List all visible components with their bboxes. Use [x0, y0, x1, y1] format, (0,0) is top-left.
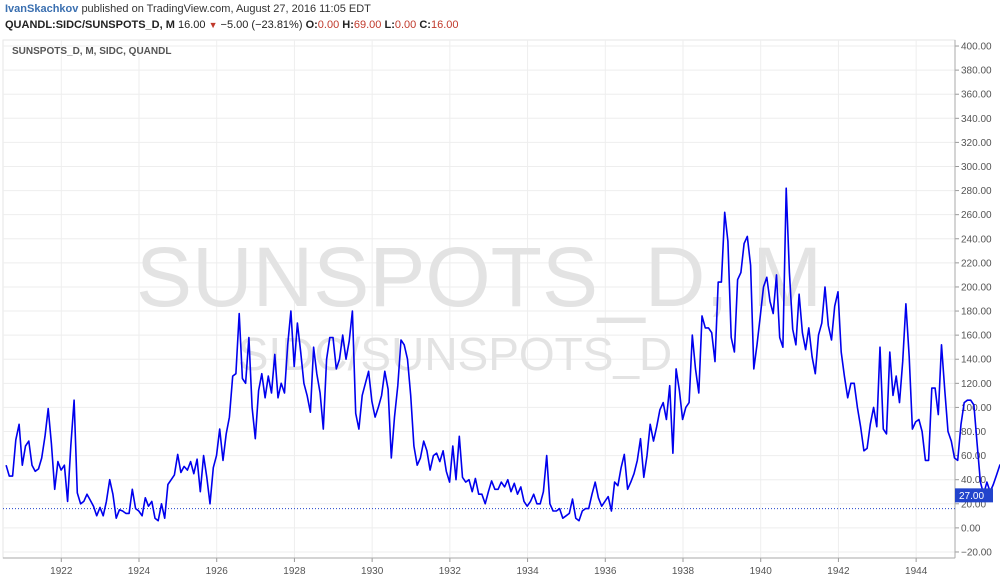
- x-tick-label: 1942: [827, 566, 850, 577]
- y-tick-label: 140.00: [961, 355, 992, 366]
- y-tick-label: 240.00: [961, 234, 992, 245]
- high-label: H:: [342, 19, 354, 31]
- y-tick-label: 360.00: [961, 90, 992, 101]
- x-tick-label: 1926: [206, 566, 229, 577]
- y-tick-label: 180.00: [961, 307, 992, 318]
- open-label: O:: [305, 19, 318, 31]
- x-tick-label: 1938: [672, 566, 695, 577]
- open-value: 0.00: [317, 19, 340, 31]
- symbol-name[interactable]: QUANDL:SIDC/SUNSPOTS_D, M: [5, 19, 175, 31]
- publish-info: IvanSkachkov published on TradingView.co…: [5, 3, 371, 15]
- y-tick-label: 300.00: [961, 162, 992, 173]
- y-tick-label: 280.00: [961, 186, 992, 197]
- y-tick-label: 160.00: [961, 331, 992, 342]
- x-tick-label: 1944: [905, 566, 928, 577]
- x-tick-label: 1936: [594, 566, 617, 577]
- x-tick-label: 1934: [516, 566, 539, 577]
- watermark-main: SUNSPOTS_D, M: [136, 230, 822, 324]
- y-tick-label: 320.00: [961, 138, 992, 149]
- y-tick-label: 0.00: [961, 523, 981, 534]
- y-tick-label: 220.00: [961, 258, 992, 269]
- chart-header: IvanSkachkov published on TradingView.co…: [0, 0, 1000, 36]
- y-tick-label: 200.00: [961, 282, 992, 293]
- y-tick-label: 340.00: [961, 114, 992, 125]
- chart-svg[interactable]: 400.00 380.00 360.00 340.00 320.00 300.00 280.…: [0, 36, 1000, 586]
- x-tick-label: 1930: [361, 566, 384, 577]
- low-label: L:: [384, 19, 395, 31]
- y-tick-label: 80.00: [961, 427, 986, 438]
- down-arrow-icon: ▼: [208, 20, 218, 30]
- y-tick-label: 60.00: [961, 451, 986, 462]
- last-value: 16.00: [177, 19, 206, 31]
- close-label: C:: [419, 19, 431, 31]
- y-tick-label: 400.00: [961, 42, 992, 53]
- symbol-info: QUANDL:SIDC/SUNSPOTS_D, M 16.00 ▼ −5.00 …: [5, 19, 459, 31]
- pane-label: SUNSPOTS_D, M, SIDC, QUANDL: [12, 46, 172, 57]
- x-tick-label: 1924: [128, 566, 151, 577]
- low-value: 0.00: [394, 19, 417, 31]
- high-value: 69.00: [353, 19, 382, 31]
- y-tick-label: −20.00: [961, 547, 992, 558]
- y-tick-label: 40.00: [961, 475, 986, 486]
- last-price-tag-label: 27.00: [959, 491, 984, 502]
- published-text: published on TradingView.com, August 27,…: [81, 3, 371, 15]
- change-value: −5.00 (−23.81%): [220, 19, 303, 31]
- author-link[interactable]: IvanSkachkov: [5, 3, 78, 15]
- y-tick-label: 380.00: [961, 66, 992, 77]
- x-tick-label: 1932: [439, 566, 462, 577]
- x-tick-label: 1928: [283, 566, 306, 577]
- x-tick-label: 1922: [50, 566, 73, 577]
- y-tick-label: 260.00: [961, 210, 992, 221]
- x-tick-label: 1940: [750, 566, 773, 577]
- close-value: 16.00: [430, 19, 459, 31]
- y-tick-label: 120.00: [961, 379, 992, 390]
- y-tick-label: 100.00: [961, 403, 992, 414]
- chart-area[interactable]: 400.00 380.00 360.00 340.00 320.00 300.00 280.…: [0, 36, 1000, 586]
